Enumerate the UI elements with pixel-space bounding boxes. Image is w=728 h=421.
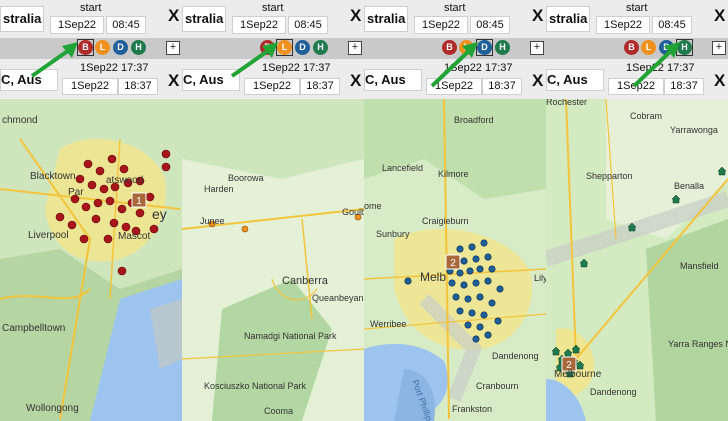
svg-text:Cranbourn: Cranbourn <box>476 381 519 391</box>
svg-text:Namadgi National Park: Namadgi National Park <box>244 331 337 341</box>
cluster-marker[interactable]: 1 <box>131 192 147 208</box>
close-button[interactable]: X <box>350 6 361 26</box>
svg-text:Lily: Lily <box>534 273 546 283</box>
svg-text:Kosciuszko National Park: Kosciuszko National Park <box>204 381 307 391</box>
svg-text:Yarra Ranges National Park: Yarra Ranges National Park <box>668 339 728 349</box>
svg-text:Benalla: Benalla <box>674 181 704 191</box>
end-date-field[interactable]: 1Sep22 <box>62 78 118 95</box>
annotation-arrow <box>632 42 680 88</box>
start-location-field[interactable]: stralia <box>546 6 590 32</box>
svg-text:Lancefield: Lancefield <box>382 163 423 173</box>
map-canvas: 1 chmond Blacktown Par atswood Liverpool… <box>0 99 182 421</box>
annotation-arrow <box>430 42 478 88</box>
start-label: start <box>262 2 284 14</box>
close-button[interactable]: X <box>168 6 179 26</box>
svg-text:ome: ome <box>364 201 382 211</box>
start-row: stralia start 1Sep22 08:45 X <box>0 0 182 38</box>
start-label: start <box>444 2 466 14</box>
svg-text:Harden: Harden <box>204 184 234 194</box>
svg-text:Liverpool: Liverpool <box>28 230 69 241</box>
end-time-field[interactable]: 18:37 <box>118 78 158 95</box>
panel-2: stralia start 1Sep22 08:45 X B L D H + C… <box>182 0 364 421</box>
map-canvas: Boorowa Harden Junee Goulb Canberra Quea… <box>182 99 364 421</box>
map-melbourne[interactable]: 2 Broadford Lancefield Kilmore ome Sunbu… <box>364 99 546 421</box>
svg-text:Shepparton: Shepparton <box>586 171 633 181</box>
svg-text:Sunbury: Sunbury <box>376 229 410 239</box>
end-time-field[interactable]: 18:37 <box>300 78 340 95</box>
svg-text:atswood: atswood <box>106 175 143 186</box>
end-location-field[interactable]: C, Aus <box>364 69 422 91</box>
add-button[interactable]: + <box>712 41 726 55</box>
close-button[interactable]: X <box>168 71 179 91</box>
map-sydney[interactable]: 1 chmond Blacktown Par atswood Liverpool… <box>0 99 182 421</box>
svg-text:Werribee: Werribee <box>370 319 406 329</box>
svg-text:Craigieburn: Craigieburn <box>422 216 469 226</box>
svg-text:Canberra: Canberra <box>282 275 329 287</box>
home-button[interactable]: H <box>313 40 328 55</box>
add-button[interactable]: + <box>530 41 544 55</box>
svg-text:Yarrawonga: Yarrawonga <box>670 125 718 135</box>
svg-text:Boorowa: Boorowa <box>228 173 264 183</box>
svg-text:Campbelltown: Campbelltown <box>2 323 65 334</box>
home-button[interactable]: H <box>131 40 146 55</box>
add-button[interactable]: + <box>348 41 362 55</box>
svg-text:Wollongong: Wollongong <box>26 403 79 414</box>
category-toolbar: B L D H + <box>0 38 182 59</box>
annotation-arrow <box>230 42 278 78</box>
svg-text:Cobram: Cobram <box>630 111 662 121</box>
svg-text:Rochester: Rochester <box>546 99 587 107</box>
map-canvas: 2 Broadford Lancefield Kilmore ome Sunbu… <box>364 99 546 421</box>
start-label: start <box>80 2 102 14</box>
svg-text:Broadford: Broadford <box>454 115 494 125</box>
map-canberra[interactable]: Boorowa Harden Junee Goulb Canberra Quea… <box>182 99 364 421</box>
close-button[interactable]: X <box>714 71 725 91</box>
close-button[interactable]: X <box>532 6 543 26</box>
panel-3: stralia start 1Sep22 08:45 X B L D H + C… <box>364 0 546 421</box>
end-date-field[interactable]: 1Sep22 <box>244 78 300 95</box>
svg-text:Kilmore: Kilmore <box>438 169 469 179</box>
start-time-field[interactable]: 08:45 <box>288 16 328 34</box>
map-victoria[interactable]: 2 Rochester Cobram Yarrawonga Shepparton… <box>546 99 728 421</box>
end-location-field[interactable]: C, Aus <box>546 69 604 91</box>
leisure-button[interactable]: L <box>95 40 110 55</box>
close-button[interactable]: X <box>350 71 361 91</box>
home-button[interactable]: H <box>495 40 510 55</box>
add-button[interactable]: + <box>166 41 180 55</box>
screenshot: stralia start 1Sep22 08:45 X B L D H + C… <box>0 0 728 421</box>
start-label: start <box>626 2 648 14</box>
svg-text:Goulb: Goulb <box>342 207 364 217</box>
svg-text:Mansfield: Mansfield <box>680 261 719 271</box>
dining-button[interactable]: D <box>295 40 310 55</box>
panel-1: stralia start 1Sep22 08:45 X B L D H + C… <box>0 0 182 421</box>
panel-4: stralia start 1Sep22 08:45 X B L D H + C… <box>546 0 728 421</box>
svg-text:2: 2 <box>450 258 456 269</box>
svg-text:Melb: Melb <box>420 270 446 284</box>
svg-text:Frankston: Frankston <box>452 404 492 414</box>
end-row: C, Aus 1Sep22 17:37 1Sep22 18:37 X <box>0 59 182 99</box>
svg-text:Blacktown: Blacktown <box>30 171 76 182</box>
map-canvas: 2 Rochester Cobram Yarrawonga Shepparton… <box>546 99 728 421</box>
svg-text:Melbourne: Melbourne <box>554 369 602 380</box>
svg-text:Cooma: Cooma <box>264 406 293 416</box>
svg-text:Mascot: Mascot <box>118 231 150 242</box>
start-location-field[interactable]: stralia <box>182 6 226 32</box>
svg-text:ey: ey <box>152 206 167 222</box>
svg-text:1: 1 <box>136 196 142 207</box>
end-datetime-label: 1Sep22 17:37 <box>80 62 149 74</box>
svg-text:Dandenong: Dandenong <box>590 387 637 397</box>
cluster-marker[interactable]: 2 <box>445 254 461 270</box>
svg-text:Queanbeyan: Queanbeyan <box>312 293 364 303</box>
close-button[interactable]: X <box>714 6 725 26</box>
start-time-field[interactable]: 08:45 <box>106 16 146 34</box>
annotation-arrow <box>30 42 78 78</box>
svg-text:Junee: Junee <box>200 216 225 226</box>
close-button[interactable]: X <box>532 71 543 91</box>
svg-text:Par: Par <box>68 187 84 198</box>
dining-button[interactable]: D <box>113 40 128 55</box>
svg-text:Dandenong: Dandenong <box>492 351 539 361</box>
svg-text:chmond: chmond <box>2 115 38 126</box>
start-location-field[interactable]: stralia <box>0 6 44 32</box>
start-location-field[interactable]: stralia <box>364 6 408 32</box>
